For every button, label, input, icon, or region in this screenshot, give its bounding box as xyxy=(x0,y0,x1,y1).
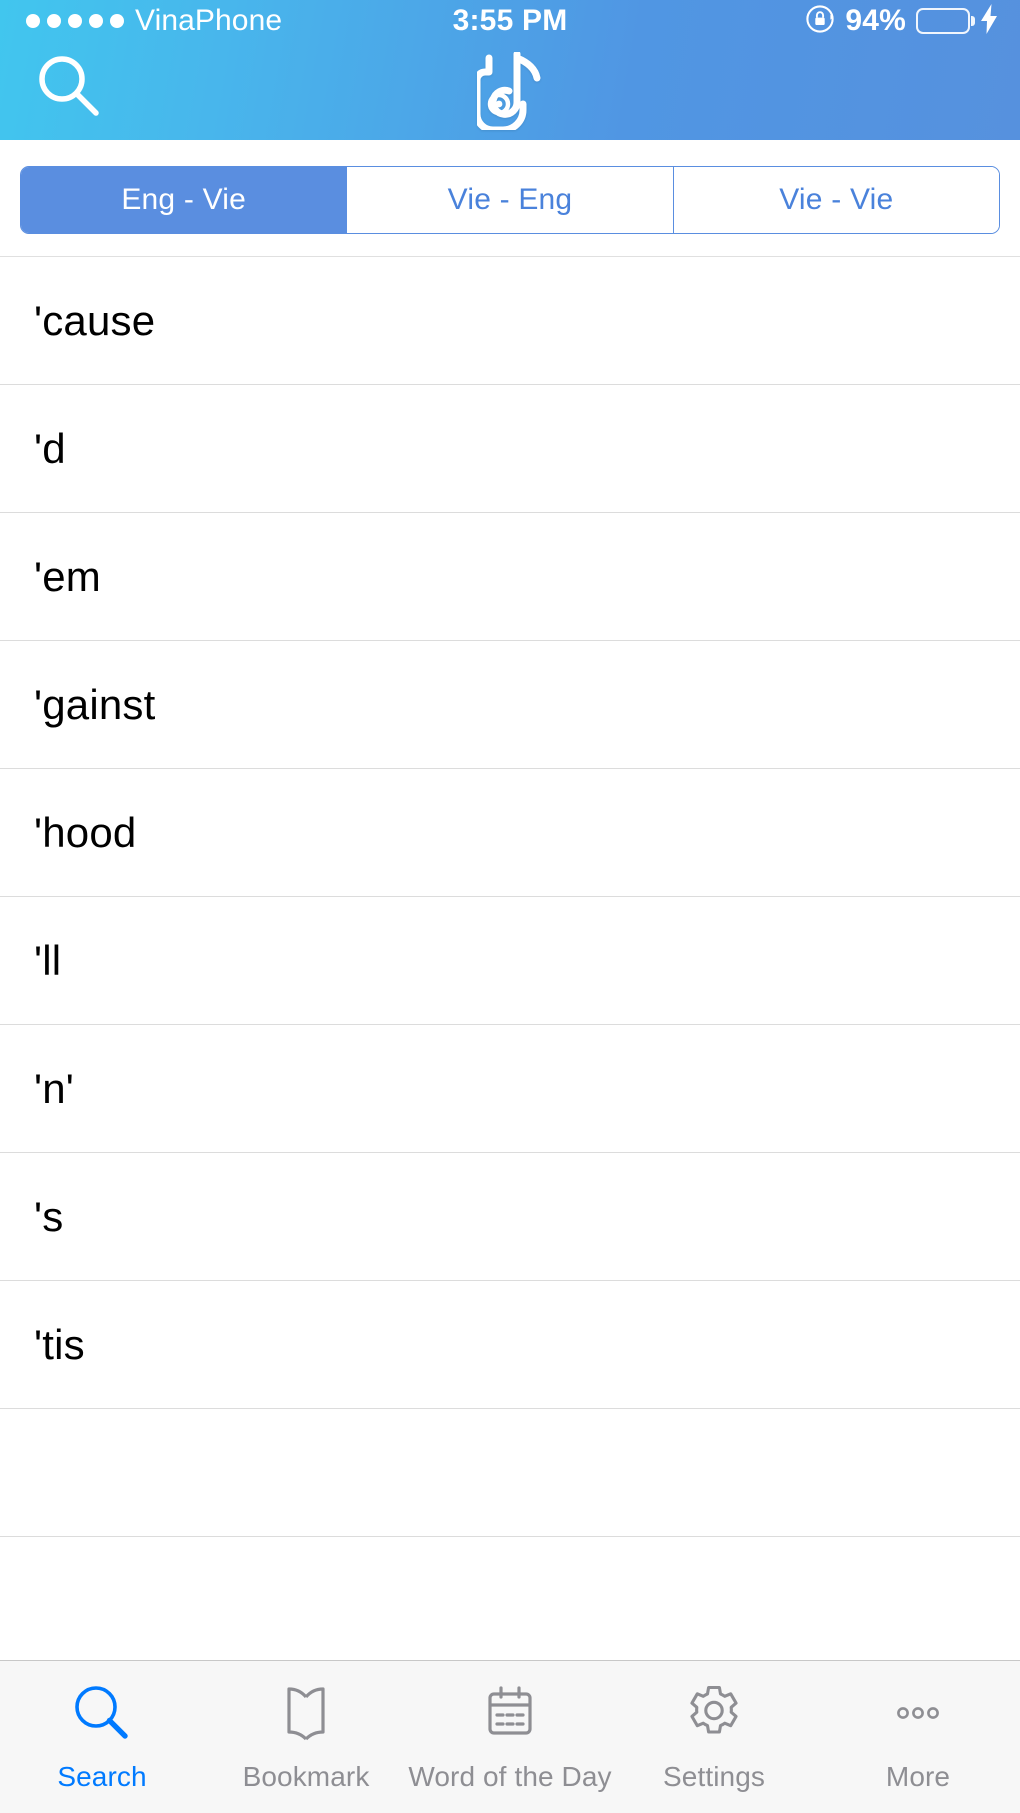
word-label: 's xyxy=(34,1192,64,1240)
tab-bar: Search Bookmark Word of the Day Settings… xyxy=(0,1660,1020,1813)
tab-more[interactable]: More xyxy=(816,1675,1020,1813)
status-bar-left: VinaPhone xyxy=(26,6,282,36)
lightning-bolt-icon xyxy=(980,3,998,39)
status-bar-right: 94% xyxy=(805,3,998,39)
list-item[interactable]: 'n' xyxy=(0,1025,1020,1153)
tab-search[interactable]: Search xyxy=(0,1675,204,1813)
tab-word-of-the-day[interactable]: Word of the Day xyxy=(408,1675,612,1813)
tab-label-settings: Settings xyxy=(663,1761,765,1792)
list-item[interactable]: 'll xyxy=(0,897,1020,1025)
list-item[interactable] xyxy=(0,1409,1020,1537)
list-item[interactable]: 'tis xyxy=(0,1281,1020,1409)
language-direction-bar: Eng - Vie Vie - Eng Vie - Vie xyxy=(0,140,1020,256)
carrier-label: VinaPhone xyxy=(135,4,283,37)
app-root: VinaPhone 3:55 PM 94% Eng - Vie Vie - En… xyxy=(0,0,1020,1813)
gear-icon xyxy=(683,1675,745,1751)
search-icon xyxy=(33,50,105,127)
list-item[interactable]: 'cause xyxy=(0,257,1020,385)
app-logo-icon xyxy=(0,42,1020,140)
segment-vie-eng[interactable]: Vie - Eng xyxy=(346,167,673,233)
tab-label-search: Search xyxy=(57,1761,147,1792)
word-label: 'tis xyxy=(34,1320,85,1368)
segment-vie-vie[interactable]: Vie - Vie xyxy=(672,167,999,233)
list-item[interactable]: 'gainst xyxy=(0,641,1020,769)
segmented-control[interactable]: Eng - Vie Vie - Eng Vie - Vie xyxy=(20,166,1000,234)
calendar-icon xyxy=(479,1675,541,1751)
search-button[interactable] xyxy=(26,45,112,131)
open-book-icon xyxy=(275,1675,337,1751)
status-bar: VinaPhone 3:55 PM 94% xyxy=(0,0,1020,42)
tab-label-more: More xyxy=(885,1761,951,1792)
list-item[interactable]: 'd xyxy=(0,385,1020,513)
battery-icon xyxy=(916,8,970,34)
word-label: 'hood xyxy=(34,808,137,856)
segment-eng-vie[interactable]: Eng - Vie xyxy=(21,167,347,233)
word-label: 'n' xyxy=(34,1064,74,1112)
word-label: 'd xyxy=(34,424,66,472)
list-item[interactable]: 's xyxy=(0,1153,1020,1281)
search-icon xyxy=(71,1675,133,1751)
word-label: 'll xyxy=(34,936,62,984)
ellipsis-icon xyxy=(887,1675,949,1751)
word-label: 'gainst xyxy=(34,680,156,728)
battery-percent-label: 94% xyxy=(845,4,906,37)
rotation-lock-icon xyxy=(805,4,835,39)
list-item[interactable]: 'hood xyxy=(0,769,1020,897)
tab-label-word-of-the-day: Word of the Day xyxy=(408,1761,612,1792)
word-list[interactable]: 'cause 'd 'em 'gainst 'hood 'll 'n' 's '… xyxy=(0,256,1020,1660)
top-bar: VinaPhone 3:55 PM 94% xyxy=(0,0,1020,140)
signal-strength-icon xyxy=(26,14,124,28)
list-item[interactable]: 'em xyxy=(0,513,1020,641)
tab-label-bookmark: Bookmark xyxy=(242,1761,370,1792)
tab-bookmark[interactable]: Bookmark xyxy=(204,1675,408,1813)
word-label: 'em xyxy=(34,552,101,600)
tab-settings[interactable]: Settings xyxy=(612,1675,816,1813)
word-label: 'cause xyxy=(34,296,156,344)
navigation-bar xyxy=(0,42,1020,140)
